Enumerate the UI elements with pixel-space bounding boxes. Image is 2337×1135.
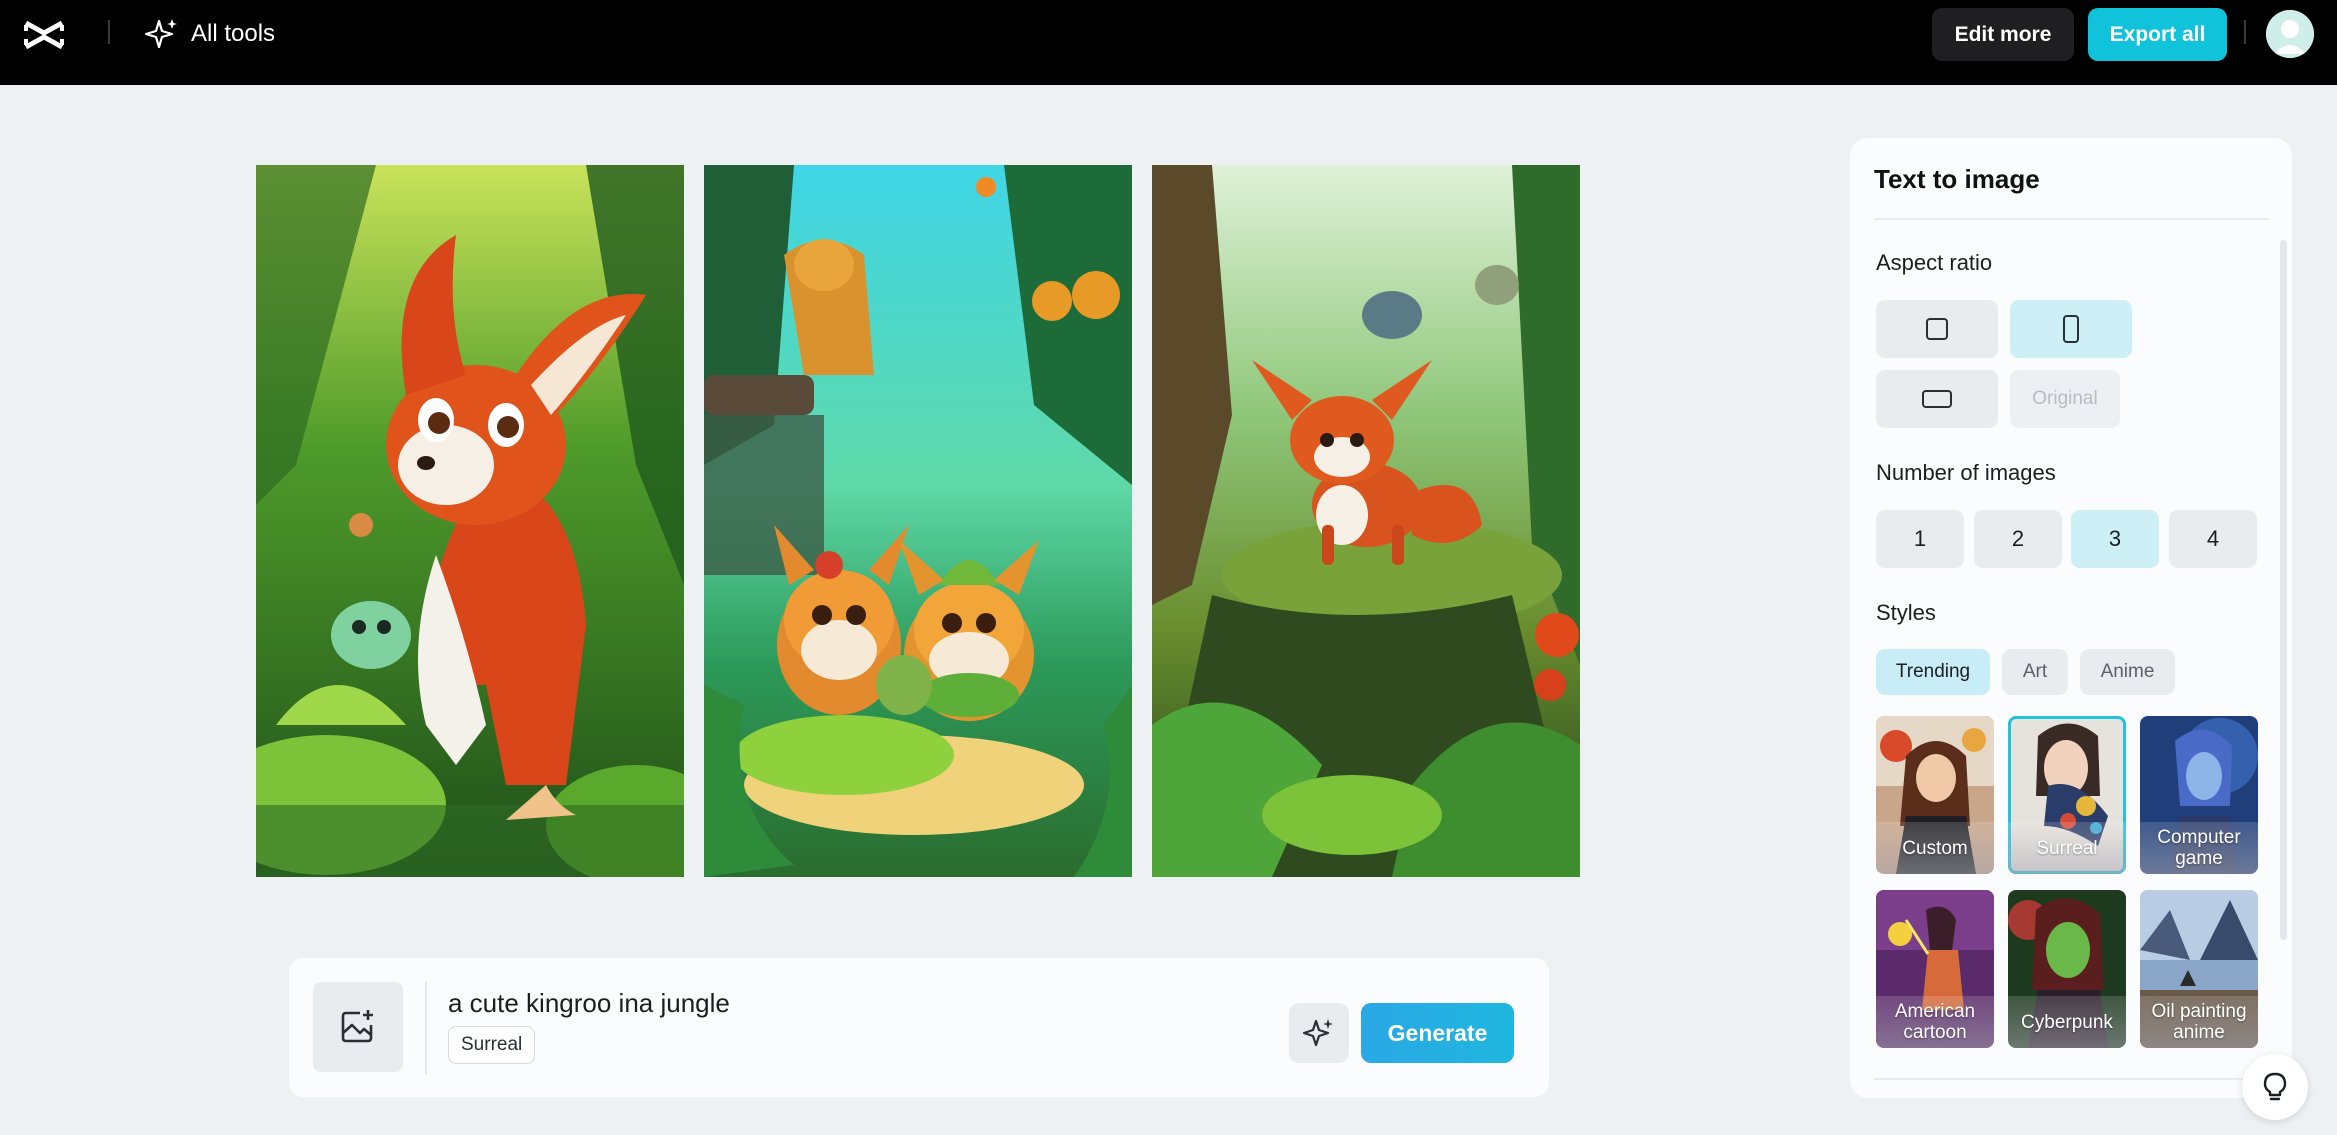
style-card-label: Oil painting anime (2140, 996, 2258, 1048)
style-card-label: American cartoon (1876, 996, 1994, 1048)
panel-scrollbar[interactable] (2280, 240, 2287, 940)
generated-image-3[interactable] (1152, 165, 1580, 877)
text-to-image-panel: Text to image Aspect ratio Original Numb… (1850, 138, 2292, 1098)
style-card-cyberpunk[interactable]: Cyberpunk (2008, 890, 2126, 1048)
number-of-images-label: Number of images (1876, 460, 2056, 485)
divider (108, 20, 110, 44)
number-option-4[interactable]: 4 (2169, 510, 2257, 568)
edit-more-button[interactable]: Edit more (1932, 8, 2074, 61)
generate-button[interactable]: Generate (1361, 1003, 1514, 1063)
tab-trending[interactable]: Trending (1876, 649, 1990, 695)
style-card-computer-game[interactable]: Computer game (2140, 716, 2258, 874)
portrait-ratio-icon (2063, 315, 2079, 343)
aspect-ratio-landscape-button[interactable] (1876, 370, 1998, 428)
lightbulb-icon (2263, 1072, 2287, 1101)
style-card-surreal[interactable]: Surreal (2008, 716, 2126, 874)
all-tools-label: All tools (191, 20, 276, 47)
landscape-ratio-icon (1922, 390, 1952, 408)
styles-label: Styles (1876, 600, 1936, 625)
prompt-bar: a cute kingroo ina jungle Surreal Genera… (289, 958, 1549, 1097)
number-option-1[interactable]: 1 (1876, 510, 1964, 568)
aspect-ratio-label: Aspect ratio (1876, 250, 1993, 275)
divider (2244, 20, 2246, 44)
number-option-2[interactable]: 2 (1974, 510, 2062, 568)
style-card-label: Surreal (2008, 822, 2126, 874)
divider (1874, 218, 2269, 220)
generated-image-2[interactable] (704, 165, 1132, 877)
sparkle-icon (1302, 1019, 1333, 1047)
top-bar: All tools Edit more Export all (0, 0, 2337, 85)
avatar[interactable] (2266, 10, 2314, 58)
style-tag[interactable]: Surreal (448, 1026, 536, 1064)
style-card-label: Computer game (2140, 822, 2258, 874)
square-ratio-icon (1926, 318, 1948, 340)
style-card-label: Custom (1876, 822, 1994, 874)
magic-prompt-button[interactable] (1289, 1003, 1349, 1063)
all-tools-button[interactable]: All tools (145, 14, 275, 54)
prompt-input[interactable]: a cute kingroo ina jungle (448, 988, 730, 1019)
aspect-ratio-square-button[interactable] (1876, 300, 1998, 358)
style-card-oil-painting-anime[interactable]: Oil painting anime (2140, 890, 2258, 1048)
sparkle-icon (145, 19, 177, 49)
add-image-button[interactable] (313, 982, 403, 1072)
style-card-label: Cyberpunk (2008, 996, 2126, 1048)
divider (1874, 1078, 2269, 1080)
aspect-ratio-portrait-button[interactable] (2010, 300, 2132, 358)
tab-art[interactable]: Art (2002, 649, 2068, 695)
add-image-icon (341, 1010, 373, 1043)
panel-title: Text to image (1874, 164, 2040, 194)
style-card-american-cartoon[interactable]: American cartoon (1876, 890, 1994, 1048)
aspect-ratio-original-button[interactable]: Original (2010, 370, 2120, 428)
capcut-logo-icon[interactable] (22, 17, 66, 53)
divider (425, 982, 427, 1074)
number-option-3[interactable]: 3 (2071, 510, 2159, 568)
tab-anime[interactable]: Anime (2080, 649, 2175, 695)
tips-button[interactable] (2242, 1054, 2308, 1120)
style-card-custom[interactable]: Custom (1876, 716, 1994, 874)
export-all-button[interactable]: Export all (2088, 8, 2227, 61)
generated-image-1[interactable] (256, 165, 684, 877)
